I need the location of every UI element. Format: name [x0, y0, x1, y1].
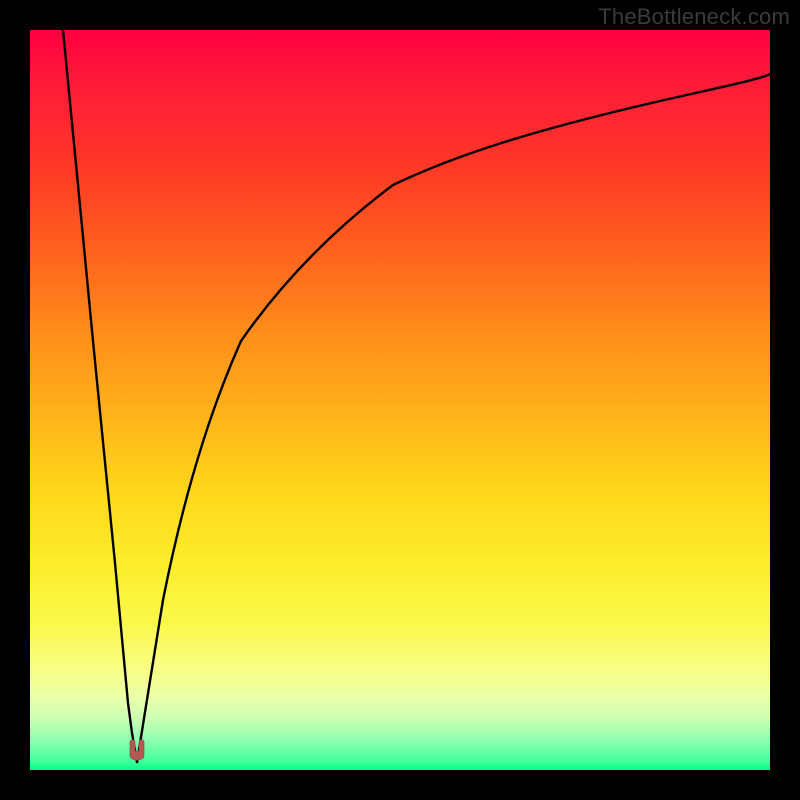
watermark-text: TheBottleneck.com: [598, 4, 790, 30]
curve-right-branch: [137, 74, 770, 762]
plot-area: [30, 30, 770, 770]
optimum-marker: [123, 736, 151, 764]
bottleneck-curve: [30, 30, 770, 770]
curve-left-branch: [63, 30, 137, 762]
u-lobe-icon: [130, 740, 144, 761]
chart-frame: TheBottleneck.com: [0, 0, 800, 800]
